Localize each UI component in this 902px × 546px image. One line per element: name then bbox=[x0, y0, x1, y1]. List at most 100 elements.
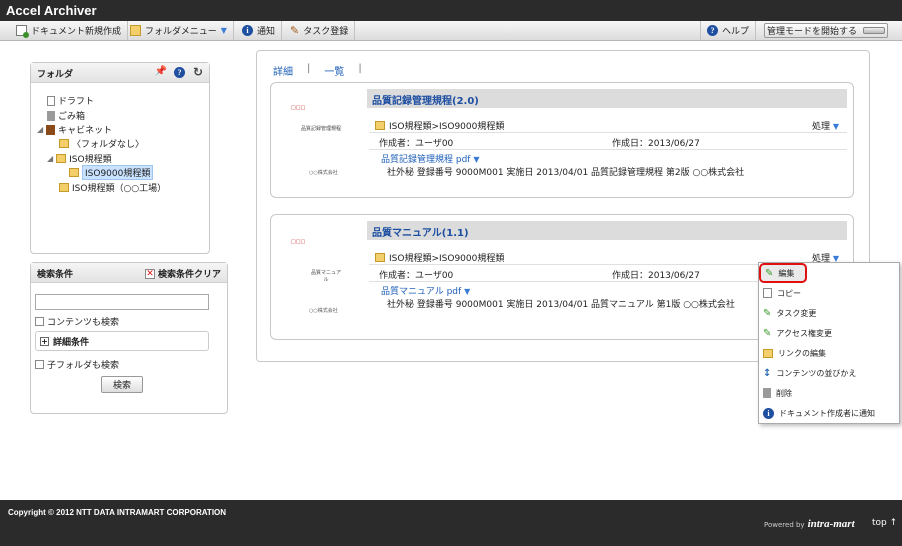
file-link[interactable]: 品質記録管理規程 pdf ▼ bbox=[381, 152, 480, 165]
menu-item-task-change[interactable]: ✎ タスク変更 bbox=[759, 303, 899, 323]
search-input[interactable] bbox=[35, 294, 209, 310]
menu-item-edit[interactable]: ✎ 編集 bbox=[759, 263, 807, 283]
tree-item-iso[interactable]: ◢ ISO規程類 bbox=[47, 152, 112, 165]
subfolder-search-label: 子フォルダも検索 bbox=[47, 361, 120, 371]
new-document-button[interactable]: ドキュメント新規作成 bbox=[10, 21, 129, 40]
cabinet-icon bbox=[46, 124, 56, 135]
admin-mode-button[interactable]: 管理モードを開始する bbox=[764, 23, 888, 38]
document-created-date: 作成日：2013/06/27 bbox=[612, 139, 700, 149]
divider bbox=[369, 149, 847, 150]
tree-item-draft[interactable]: ドラフト bbox=[47, 94, 94, 107]
file-link[interactable]: 品質マニュアル pdf ▼ bbox=[381, 284, 470, 297]
pin-icon[interactable]: 📌 bbox=[155, 66, 167, 77]
menu-item-label: ドキュメント作成者に通知 bbox=[779, 408, 875, 418]
subfolder-search-checkbox-row[interactable]: 子フォルダも検索 bbox=[35, 358, 119, 371]
document-thumbnail[interactable]: □□□ 品質記録管理規程 ○○株式会社 bbox=[281, 101, 341, 181]
menu-item-label: コピー bbox=[777, 288, 801, 298]
content-search-label: コンテンツも検索 bbox=[47, 318, 120, 328]
tree-item-cabinet[interactable]: ◢ キャビネット bbox=[37, 123, 112, 136]
file-link-label: 品質記録管理規程 pdf bbox=[381, 155, 471, 165]
footer: Copyright © 2012 NTT DATA INTRAMART CORP… bbox=[0, 500, 902, 546]
edit-icon: ✎ bbox=[765, 267, 774, 279]
action-context-menu: ✎ 編集 コピー ✎ タスク変更 ✎ アクセス権変更 リンクの編集 ↕ コンテン… bbox=[758, 262, 900, 424]
document-description: 社外秘 登録番号 9000M001 実施日 2013/04/01 品質マニュアル… bbox=[387, 300, 735, 310]
powered-by-label: Powered by bbox=[764, 521, 805, 529]
task-register-label: タスク登録 bbox=[303, 27, 349, 37]
tab-separator: | bbox=[307, 63, 311, 74]
tree-item-label: ドラフト bbox=[58, 97, 95, 107]
info-icon: i bbox=[763, 407, 774, 419]
document-card: □□□ 品質記録管理規程 ○○株式会社 品質記録管理規程(2.0) ISO規程類… bbox=[270, 82, 854, 198]
tree-item-no-folder[interactable]: 〈フォルダなし〉 bbox=[59, 137, 144, 150]
expand-arrow-icon[interactable]: ◢ bbox=[47, 154, 53, 163]
help-icon: ? bbox=[707, 25, 718, 36]
tree-item-label: ごみ箱 bbox=[58, 112, 86, 122]
menu-item-notify-creator[interactable]: i ドキュメント作成者に通知 bbox=[759, 403, 899, 423]
document-thumbnail[interactable]: □□□ 品質マニュアル ○○株式会社 bbox=[281, 235, 341, 315]
plus-icon: + bbox=[40, 336, 49, 346]
folder-icon bbox=[375, 121, 385, 130]
tree-item-label: ISO規程類（○○工場） bbox=[72, 184, 167, 194]
menu-item-link-edit[interactable]: リンクの編集 bbox=[759, 343, 899, 363]
subfolder-search-checkbox[interactable] bbox=[35, 360, 44, 369]
tree-item-label: キャビネット bbox=[58, 126, 113, 136]
folder-panel-header: フォルダ 📌 ? ↻ bbox=[31, 63, 209, 83]
help-button[interactable]: ? ヘルプ bbox=[700, 21, 757, 40]
action-label: 処理 bbox=[812, 122, 831, 132]
document-title[interactable]: 品質記録管理規程(2.0) bbox=[367, 89, 847, 108]
detail-conditions-toggle[interactable]: + 詳細条件 bbox=[35, 331, 209, 351]
tree-item-iso9000[interactable]: ISO9000規程類 bbox=[69, 165, 154, 180]
document-path-label: ISO規程類>ISO9000規程類 bbox=[389, 254, 505, 264]
draft-icon bbox=[47, 95, 55, 106]
menu-item-label: 編集 bbox=[778, 268, 795, 278]
document-title[interactable]: 品質マニュアル(1.1) bbox=[367, 221, 847, 240]
notify-label: 通知 bbox=[257, 27, 276, 37]
menu-item-access-change[interactable]: ✎ アクセス権変更 bbox=[759, 323, 899, 343]
tree-item-iso-factory[interactable]: ISO規程類（○○工場） bbox=[59, 181, 166, 194]
folder-menu-button[interactable]: フォルダメニュー ▼ bbox=[124, 21, 234, 40]
app-title-bar: Accel Archiver bbox=[0, 0, 902, 21]
folder-icon bbox=[375, 253, 385, 262]
edit-icon: ✎ bbox=[763, 307, 772, 319]
folder-icon bbox=[130, 25, 141, 36]
thumbnail-stamp: □□□ bbox=[291, 239, 306, 245]
pencil-icon: ✎ bbox=[290, 24, 300, 37]
menu-item-copy[interactable]: コピー bbox=[759, 283, 899, 303]
folder-link-icon bbox=[763, 348, 773, 358]
tab-separator: | bbox=[358, 63, 362, 74]
tree-item-trash[interactable]: ごみ箱 bbox=[47, 109, 85, 122]
tree-item-label-selected: ISO9000規程類 bbox=[82, 165, 154, 180]
search-button[interactable]: 検索 bbox=[101, 376, 143, 393]
folder-icon bbox=[59, 139, 69, 148]
admin-mode-label: 管理モードを開始する bbox=[766, 27, 857, 37]
search-clear-button[interactable]: ✕ 検索条件クリア bbox=[144, 267, 221, 280]
dropdown-arrow-icon: ▼ bbox=[473, 155, 480, 164]
refresh-icon[interactable]: ↻ bbox=[193, 65, 203, 79]
menu-item-sort-contents[interactable]: ↕ コンテンツの並びかえ bbox=[759, 363, 899, 383]
file-link-label: 品質マニュアル pdf bbox=[381, 287, 462, 297]
tree-item-label: ISO規程類 bbox=[69, 155, 112, 165]
action-menu-trigger[interactable]: 処理 ▼ bbox=[812, 119, 839, 132]
content-search-checkbox[interactable] bbox=[35, 317, 44, 326]
new-document-label: ドキュメント新規作成 bbox=[31, 27, 122, 37]
help-icon[interactable]: ? bbox=[174, 67, 185, 78]
menu-item-label: コンテンツの並びかえ bbox=[776, 368, 857, 378]
dropdown-arrow-icon: ▼ bbox=[220, 26, 227, 35]
menu-item-label: 削除 bbox=[776, 388, 792, 398]
thumbnail-company: ○○株式会社 bbox=[309, 170, 338, 176]
trash-icon bbox=[47, 110, 55, 121]
menu-item-delete[interactable]: 削除 bbox=[759, 383, 899, 403]
thumbnail-title: 品質マニュアル bbox=[311, 270, 341, 283]
document-path: ISO規程類>ISO9000規程類 bbox=[375, 251, 504, 264]
new-document-icon bbox=[16, 25, 29, 38]
divider bbox=[369, 132, 847, 133]
expand-arrow-icon[interactable]: ◢ bbox=[37, 125, 43, 134]
back-to-top-link[interactable]: top ↑ bbox=[872, 518, 897, 528]
content-search-checkbox-row[interactable]: コンテンツも検索 bbox=[35, 315, 119, 328]
folder-panel: フォルダ 📌 ? ↻ ドラフト ごみ箱 ◢ キャビネット 〈フォルダなし〉 ◢ … bbox=[30, 62, 210, 254]
notify-button[interactable]: i 通知 bbox=[236, 21, 283, 40]
tab-list[interactable]: 一覧 bbox=[324, 63, 344, 78]
clear-icon: ✕ bbox=[144, 268, 155, 279]
task-register-button[interactable]: ✎ タスク登録 bbox=[284, 21, 356, 40]
tab-detail[interactable]: 詳細 bbox=[273, 63, 293, 78]
